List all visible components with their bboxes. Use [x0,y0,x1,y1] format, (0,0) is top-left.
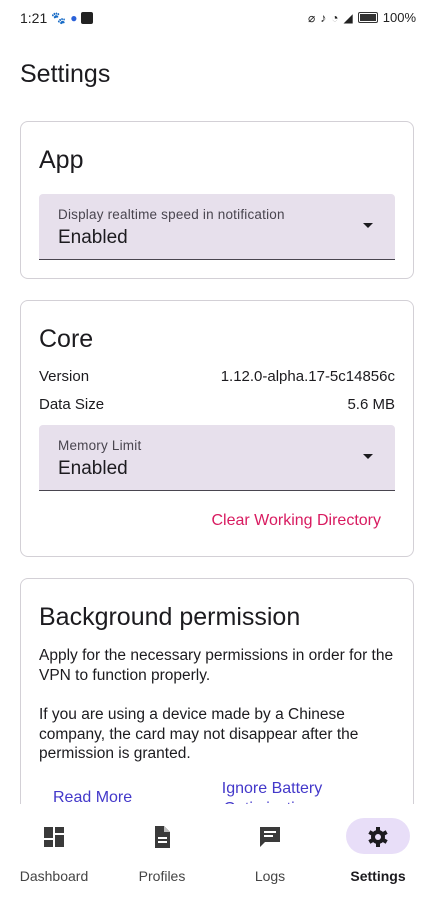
paw-icon: 🐾 [51,11,67,25]
read-more-button[interactable]: Read More [53,789,132,804]
dropdown-value: Enabled [58,227,128,248]
dashboard-icon [44,827,64,847]
nav-settings[interactable]: Settings [324,804,432,900]
status-bar: 1:21 🐾 ● ⌀ ♪ ◔ ◢ 100% [0,0,432,36]
nav-label: Logs [254,868,286,884]
nav-label: Profiles [138,868,186,884]
page-title: Settings [20,60,111,88]
signal-icon: ◢ [343,10,353,25]
nav-dashboard[interactable]: Dashboard [0,804,108,900]
core-card: Core Version 1.12.0-alpha.17-5c14856c Da… [20,300,414,557]
document-icon [155,826,170,848]
permission-description: Apply for the necessary permissions in o… [39,647,394,684]
nav-profiles[interactable]: Profiles [108,804,216,900]
app-icon [81,12,94,24]
app-card: App Display realtime speed in notificati… [20,121,414,279]
dropdown-label: Memory Limit [58,438,142,453]
mute-icon: ♪ [320,10,327,25]
bottom-navigation: Dashboard Profiles Logs Settings [0,804,432,900]
person-icon: ● [70,11,78,25]
battery-percent: 100% [382,10,416,25]
chinese-device-note: If you are using a device made by a Chin… [39,706,359,762]
data-size-label: Data Size [39,396,105,413]
dropdown-value: Enabled [58,458,128,479]
app-card-title: App [39,146,84,174]
dropdown-label: Display realtime speed in notification [58,207,285,222]
dropdown-arrow-icon [363,223,373,228]
status-bar-right: ⌀ ♪ ◔ ◢ 100% [308,10,416,25]
memory-limit-dropdown[interactable]: Memory Limit Enabled [39,425,395,491]
nav-label: Settings [350,868,406,884]
key-icon: ⌀ [308,10,316,25]
data-size-value: 5.6 MB [347,396,395,413]
ignore-battery-optimizations-button[interactable]: Ignore Battery Optimizations [207,779,337,804]
wifi-icon: ◔ [331,10,339,25]
version-value: 1.12.0-alpha.17-5c14856c [220,368,395,385]
nav-logs[interactable]: Logs [216,804,324,900]
background-card-title: Background permission [39,603,301,631]
dropdown-arrow-icon [363,454,373,459]
chat-icon [260,827,280,847]
core-card-title: Core [39,325,94,353]
realtime-speed-dropdown[interactable]: Display realtime speed in notification E… [39,194,395,260]
nav-label: Dashboard [19,868,89,884]
background-permission-card: Background permission Apply for the nece… [20,578,414,804]
status-time: 1:21 [20,10,48,26]
status-bar-left: 1:21 🐾 ● [20,10,94,26]
gear-icon [368,827,388,847]
version-label: Version [39,368,90,385]
data-size-row: Data Size 5.6 MB [39,396,395,416]
clear-working-directory-button[interactable]: Clear Working Directory [211,512,381,530]
version-row: Version 1.12.0-alpha.17-5c14856c [39,368,395,388]
battery-icon [357,12,378,23]
settings-scroll-area[interactable]: 1:21 🐾 ● ⌀ ♪ ◔ ◢ 100% Settings App Displ… [0,0,432,804]
